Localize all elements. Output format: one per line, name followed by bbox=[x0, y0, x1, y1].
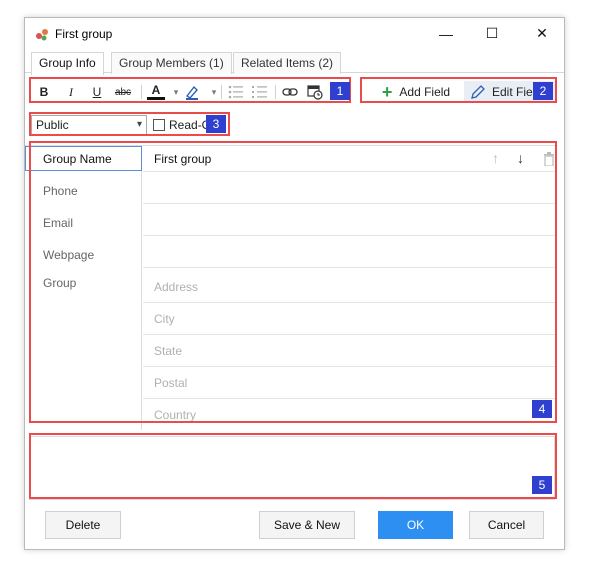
read-only-checkbox[interactable] bbox=[153, 119, 165, 131]
postal-field[interactable]: Postal bbox=[143, 367, 555, 399]
title-bar: First group — ☐ ✕ bbox=[25, 18, 564, 49]
country-placeholder: Country bbox=[154, 408, 197, 422]
postal-placeholder: Postal bbox=[154, 376, 188, 390]
ok-button[interactable]: OK bbox=[378, 511, 453, 539]
formatting-toolbar: B I U abc A ▾ ▾ + Add Field Edit Fie bbox=[25, 76, 564, 106]
group-name-value: First group bbox=[154, 152, 212, 166]
state-placeholder: State bbox=[154, 344, 183, 358]
toolbar-separator bbox=[275, 85, 276, 99]
insert-link-button[interactable] bbox=[281, 82, 299, 102]
tab-bar: Group Info Group Members (1) Related Ite… bbox=[25, 51, 564, 75]
chevron-down-icon: ▾ bbox=[136, 119, 142, 130]
maximize-button[interactable]: ☐ bbox=[469, 18, 515, 49]
minimize-button[interactable]: — bbox=[423, 18, 469, 49]
strikethrough-button[interactable]: abc bbox=[114, 82, 132, 102]
label-group-name[interactable]: Group Name bbox=[43, 152, 112, 166]
cancel-button[interactable]: Cancel bbox=[469, 511, 544, 539]
maximize-icon: ☐ bbox=[485, 25, 499, 41]
address-field[interactable]: Address bbox=[143, 271, 555, 303]
email-field[interactable] bbox=[143, 204, 555, 236]
trash-icon[interactable] bbox=[543, 152, 555, 166]
tab-related-items[interactable]: Related Items (2) bbox=[233, 52, 342, 74]
city-placeholder: City bbox=[154, 312, 175, 326]
close-button[interactable]: ✕ bbox=[519, 18, 565, 49]
font-color-button[interactable]: A bbox=[147, 82, 165, 100]
pencil-icon bbox=[471, 85, 485, 99]
state-field[interactable]: State bbox=[143, 335, 555, 367]
badge-1: 1 bbox=[330, 82, 350, 100]
insert-date-button[interactable] bbox=[306, 82, 324, 102]
edit-field-label: Edit Fie bbox=[492, 85, 533, 99]
group-app-icon bbox=[36, 29, 48, 41]
window-title: First group bbox=[55, 27, 113, 41]
privacy-select-value: Public bbox=[36, 118, 69, 132]
badge-5: 5 bbox=[532, 476, 552, 494]
delete-button[interactable]: Delete bbox=[45, 511, 121, 539]
bullet-list-button[interactable] bbox=[227, 82, 245, 102]
close-icon: ✕ bbox=[536, 25, 548, 41]
phone-field[interactable] bbox=[143, 172, 555, 204]
address-placeholder: Address bbox=[154, 280, 199, 294]
save-and-new-button[interactable]: Save & New bbox=[259, 511, 355, 539]
dialog-window: First group — ☐ ✕ Group Info Group Membe… bbox=[24, 17, 565, 550]
underline-button[interactable]: U bbox=[88, 82, 106, 102]
toolbar-separator bbox=[141, 85, 142, 99]
numbered-list-icon bbox=[252, 86, 267, 98]
add-field-label: Add Field bbox=[399, 85, 451, 99]
label-email[interactable]: Email bbox=[43, 216, 73, 230]
label-webpage[interactable]: Webpage bbox=[43, 248, 94, 262]
privacy-row: Public ▾ Read-O bbox=[25, 113, 564, 137]
italic-button[interactable]: I bbox=[62, 82, 80, 102]
notes-area[interactable] bbox=[29, 436, 555, 500]
tab-group-info[interactable]: Group Info bbox=[31, 52, 104, 75]
field-labels-column: Group Name Phone Email Webpage Group bbox=[25, 146, 142, 430]
tab-group-members[interactable]: Group Members (1) bbox=[111, 52, 232, 74]
badge-4: 4 bbox=[532, 400, 552, 418]
privacy-select[interactable]: Public ▾ bbox=[31, 115, 147, 135]
numbered-list-button[interactable] bbox=[251, 82, 269, 102]
move-down-icon[interactable]: ↓ bbox=[517, 150, 524, 166]
highlight-button[interactable] bbox=[183, 82, 201, 102]
bullet-list-icon bbox=[228, 85, 243, 99]
add-field-button[interactable]: + Add Field bbox=[370, 81, 462, 103]
badge-2: 2 bbox=[533, 82, 553, 100]
move-up-icon[interactable]: ↑ bbox=[492, 150, 499, 166]
group-name-field[interactable]: First group ↑ ↓ bbox=[143, 146, 555, 172]
highlighter-icon bbox=[185, 85, 198, 100]
link-icon bbox=[282, 88, 298, 96]
badge-3: 3 bbox=[206, 115, 226, 133]
bold-button[interactable]: B bbox=[35, 82, 53, 102]
city-field[interactable]: City bbox=[143, 303, 555, 335]
plus-icon: + bbox=[381, 82, 393, 102]
calendar-clock-icon bbox=[307, 85, 323, 100]
country-field[interactable]: Country bbox=[143, 399, 555, 431]
group-form: Group Name Phone Email Webpage Group Fir… bbox=[25, 145, 555, 430]
minimize-icon: — bbox=[439, 25, 453, 42]
label-phone[interactable]: Phone bbox=[43, 184, 78, 198]
webpage-field[interactable] bbox=[143, 236, 555, 268]
label-group[interactable]: Group bbox=[43, 276, 76, 290]
toolbar-separator bbox=[221, 85, 222, 99]
